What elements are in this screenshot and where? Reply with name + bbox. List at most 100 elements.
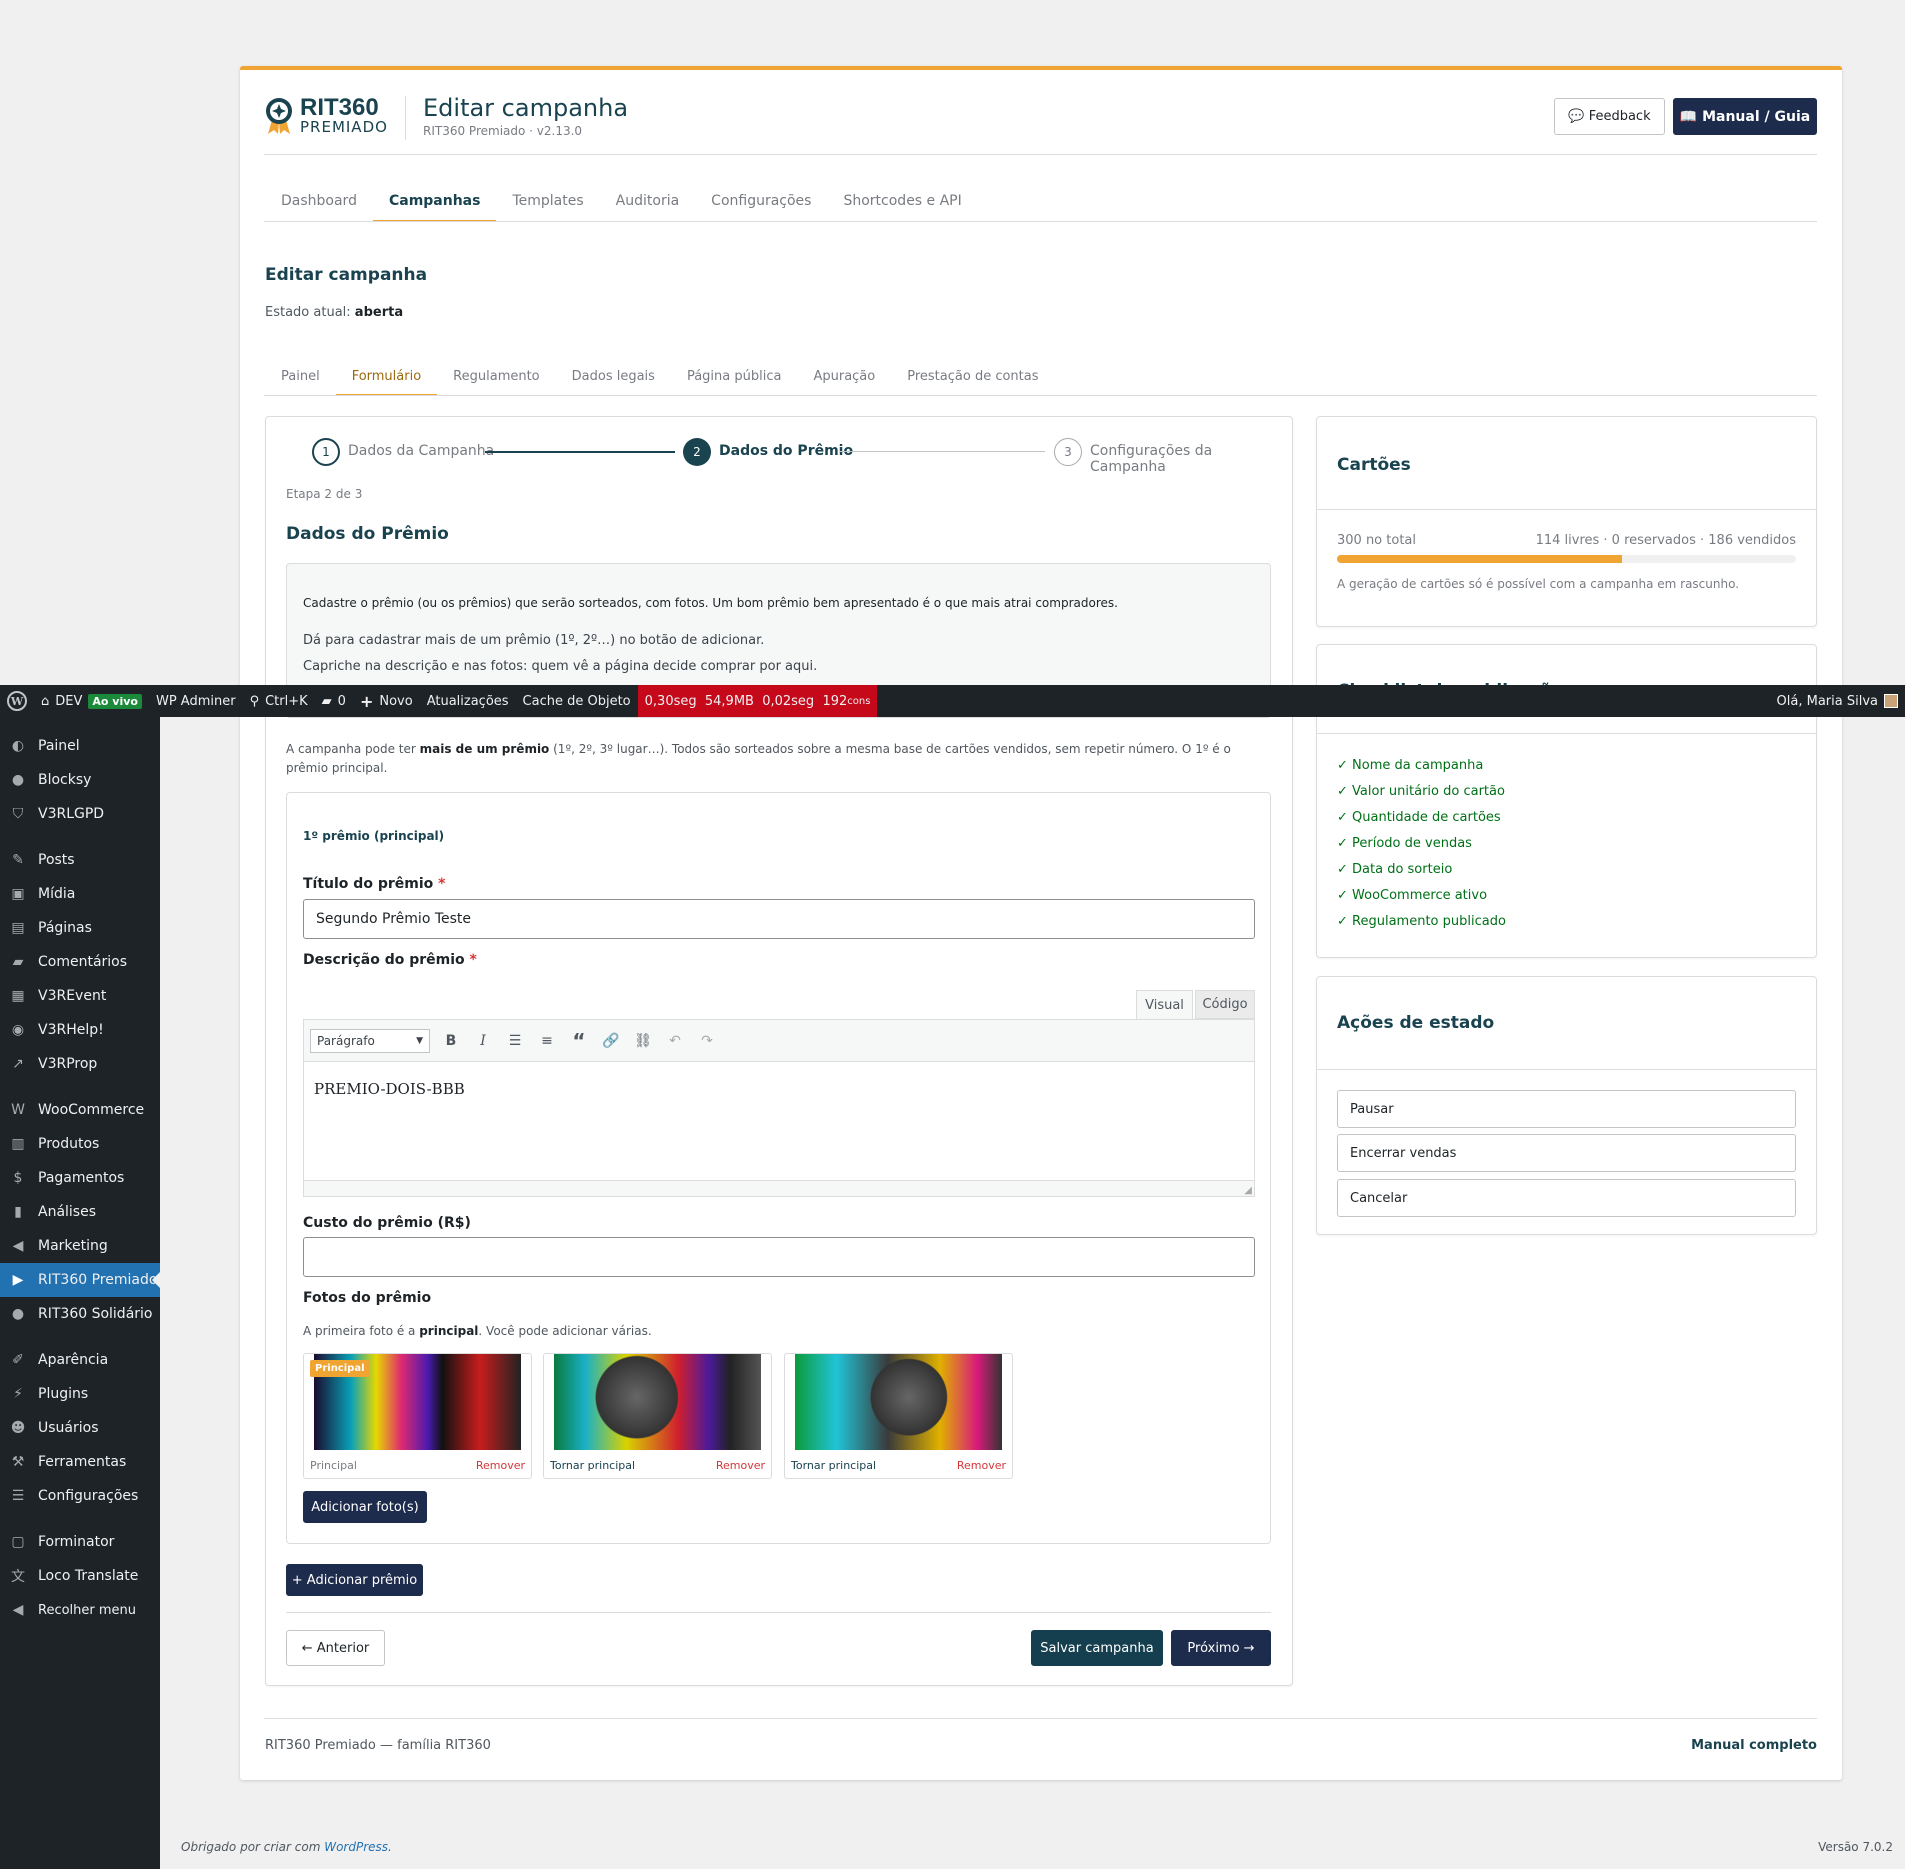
updates-link[interactable]: Atualizações	[420, 685, 516, 717]
dashboard-icon: ◐	[11, 738, 25, 754]
undo-icon[interactable]: ↶	[664, 1030, 686, 1052]
query-monitor-stats[interactable]: 0,30seg 54,9MB 0,02seg 192 cons	[637, 685, 878, 717]
add-prize-button[interactable]: + Adicionar prêmio	[286, 1564, 423, 1596]
sidebar-item-form[interactable]: ▢ Forminator	[0, 1525, 160, 1559]
previous-button[interactable]: ← Anterior	[286, 1630, 385, 1666]
sidebar-item-plugin[interactable]: ⚡ Plugins	[0, 1377, 160, 1411]
full-manual-link[interactable]: Manual completo	[1691, 1738, 1817, 1753]
sidebar-item-circle[interactable]: ● RIT360 Solidário	[0, 1297, 160, 1331]
sidebar-item-ticket[interactable]: ▶ RIT360 Premiado	[0, 1263, 160, 1297]
subtab-6[interactable]: Prestação de contas	[891, 358, 1054, 396]
subtab-1[interactable]: Formulário	[335, 358, 438, 396]
sidebar-item-dashboard[interactable]: ◐ Painel	[0, 729, 160, 763]
step-3-number[interactable]: 3	[1054, 438, 1082, 466]
comments-menu[interactable]: ▰ 0	[315, 685, 353, 717]
italic-icon[interactable]: I	[472, 1030, 494, 1052]
tab-2[interactable]: Templates	[496, 182, 599, 222]
editor-content[interactable]: PREMIO-DOIS-BBB	[304, 1062, 1254, 1180]
feedback-button[interactable]: 💬 Feedback	[1554, 98, 1665, 135]
subtab-3[interactable]: Dados legais	[556, 358, 671, 396]
prize-photo-image	[795, 1354, 1002, 1450]
subtab-5[interactable]: Apuração	[797, 358, 891, 396]
tab-3[interactable]: Auditoria	[600, 182, 696, 222]
subtab-0[interactable]: Painel	[265, 358, 336, 396]
remove-photo-link[interactable]: Remover	[716, 1459, 765, 1472]
step-3-label[interactable]: Configurações da Campanha	[1090, 443, 1272, 475]
sidebar-item-settings[interactable]: ☰ Configurações	[0, 1479, 160, 1513]
tab-4[interactable]: Configurações	[695, 182, 827, 222]
step-2-label[interactable]: Dados do Prêmio	[719, 443, 853, 459]
bar-chart-icon: ▮	[14, 1204, 22, 1220]
sidebar-item-wrench[interactable]: ⚒ Ferramentas	[0, 1445, 160, 1479]
tab-1[interactable]: Campanhas	[372, 182, 497, 222]
resize-handle-icon[interactable]: ◢	[1244, 1185, 1252, 1196]
step-2-number[interactable]: 2	[683, 438, 711, 466]
close-sales-button[interactable]: Encerrar vendas	[1337, 1134, 1796, 1172]
sidebar-item-media[interactable]: ▣ Mídia	[0, 877, 160, 911]
sidebar-item-pages[interactable]: ▤ Páginas	[0, 911, 160, 945]
object-cache-link[interactable]: Cache de Objeto	[516, 685, 638, 717]
unlink-icon[interactable]: ⛓	[632, 1030, 654, 1052]
sidebar-item-brush[interactable]: ✐ Aparência	[0, 1343, 160, 1377]
editor-tab-visual[interactable]: Visual	[1136, 990, 1193, 1020]
sidebar-item-translate[interactable]: 文 Loco Translate	[0, 1559, 160, 1593]
sidebar-item-money[interactable]: $ Pagamentos	[0, 1161, 160, 1195]
cancel-button[interactable]: Cancelar	[1337, 1179, 1796, 1217]
checklist-item: ✓ Período de vendas	[1337, 836, 1472, 851]
numbered-list-icon[interactable]: ≡	[536, 1030, 558, 1052]
sidebar-item-comment[interactable]: ▰ Comentários	[0, 945, 160, 979]
make-principal-link[interactable]: Tornar principal	[550, 1459, 635, 1472]
circle-icon: ●	[11, 1306, 25, 1322]
format-select[interactable]: Parágrafo ▼	[310, 1028, 430, 1053]
editor-tab-code[interactable]: Código	[1195, 990, 1255, 1019]
manual-button[interactable]: 📖 Manual / Guia	[1673, 98, 1817, 135]
remove-photo-link[interactable]: Remover	[476, 1459, 525, 1472]
save-campaign-button[interactable]: Salvar campanha	[1031, 1630, 1163, 1666]
intro-text: Cadastre o prêmio (ou os prêmios) que se…	[303, 596, 1118, 610]
avatar	[1884, 694, 1898, 708]
sidebar-item-user[interactable]: ☻ Usuários	[0, 1411, 160, 1445]
tab-0[interactable]: Dashboard	[265, 182, 373, 222]
prize-title-label-text: Título do prêmio	[303, 876, 434, 892]
wp-adminer-link[interactable]: WP Adminer	[149, 685, 243, 717]
bold-icon[interactable]: B	[440, 1030, 462, 1052]
subtab-2[interactable]: Regulamento	[437, 358, 555, 396]
sidebar-item-bar-chart[interactable]: ▮ Análises	[0, 1195, 160, 1229]
pause-button[interactable]: Pausar	[1337, 1090, 1796, 1128]
step-1-number[interactable]: 1	[312, 438, 340, 466]
prize-title-input[interactable]: Segundo Prêmio Teste	[303, 899, 1255, 939]
link-icon[interactable]: 🔗	[600, 1030, 622, 1052]
account-menu[interactable]: Olá, Maria Silva	[1770, 685, 1905, 717]
remove-photo-link[interactable]: Remover	[957, 1459, 1006, 1472]
sidebar-item-pin[interactable]: ✎ Posts	[0, 843, 160, 877]
sidebar-item-help[interactable]: ◉ V3RHelp!	[0, 1013, 160, 1047]
tab-5[interactable]: Shortcodes e API	[827, 182, 977, 222]
sidebar-item-archive[interactable]: ▥ Produtos	[0, 1127, 160, 1161]
search-menu[interactable]: ⚲ Ctrl+K	[243, 685, 315, 717]
sidebar-item-chart[interactable]: ↗ V3RProp	[0, 1047, 160, 1081]
redo-icon[interactable]: ↷	[696, 1030, 718, 1052]
sidebar-item-blocksy[interactable]: ● Blocksy	[0, 763, 160, 797]
prize-cost-label: Custo do prêmio (R$)	[303, 1215, 471, 1231]
sidebar-item-shield[interactable]: ⛉ V3RLGPD	[0, 797, 160, 831]
subtab-4[interactable]: Página pública	[671, 358, 798, 396]
sidebar-item-collapse[interactable]: ◀ Recolher menu	[0, 1593, 160, 1627]
add-photos-button[interactable]: Adicionar foto(s)	[303, 1491, 427, 1523]
step-1-label[interactable]: Dados da Campanha	[348, 443, 494, 459]
site-menu[interactable]: ⌂ DEV Ao vivo	[34, 685, 149, 717]
sidebar-item-megaphone[interactable]: ◀ Marketing	[0, 1229, 160, 1263]
next-button[interactable]: Próximo →	[1171, 1630, 1271, 1666]
wordpress-logo-icon[interactable]: W	[0, 685, 34, 717]
bullet-list-icon[interactable]: ☰	[504, 1030, 526, 1052]
search-shortcut: Ctrl+K	[265, 693, 308, 709]
make-principal-link[interactable]: Tornar principal	[791, 1459, 876, 1472]
prize-cost-input[interactable]	[303, 1237, 1255, 1277]
new-content-menu[interactable]: + Novo	[353, 685, 420, 717]
sidebar-item-label: Mídia	[38, 886, 76, 902]
wordpress-link[interactable]: WordPress	[324, 1840, 388, 1854]
sidebar-item-woo[interactable]: W WooCommerce	[0, 1093, 160, 1127]
menu-separator	[0, 1513, 160, 1525]
sidebar-item-calendar[interactable]: ▦ V3REvent	[0, 979, 160, 1013]
principal-badge: Principal	[310, 1360, 370, 1377]
quote-icon[interactable]: “	[568, 1029, 590, 1053]
